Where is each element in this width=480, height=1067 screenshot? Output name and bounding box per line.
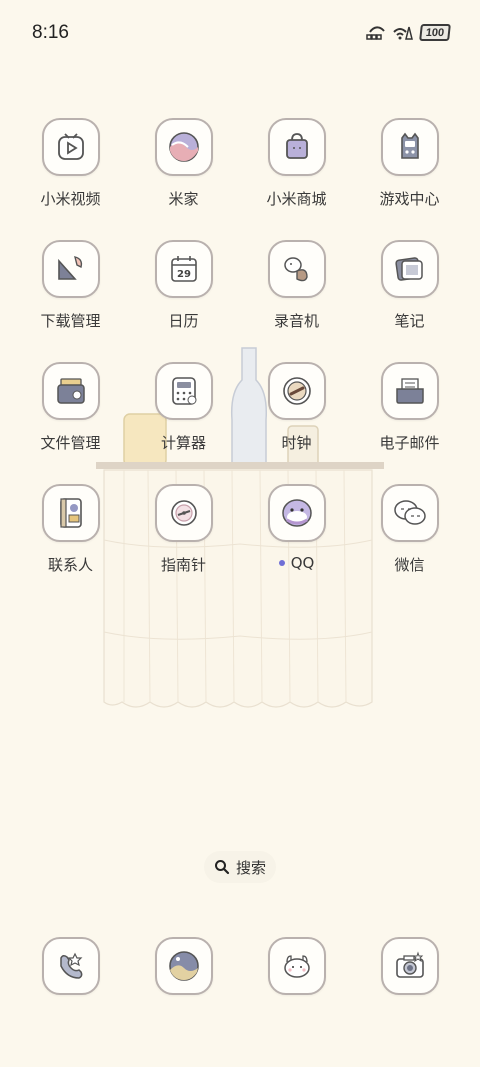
mail-icon[interactable] [380, 362, 439, 420]
video-play-icon[interactable] [41, 118, 100, 176]
app-xiaomi-mall[interactable]: 小米商城 [240, 118, 353, 240]
app-calculator[interactable]: 计算器 [127, 362, 240, 484]
search-icon [214, 860, 230, 875]
app-label: QQ [278, 554, 315, 572]
camera-icon[interactable] [380, 937, 439, 995]
phone-icon[interactable] [41, 937, 100, 995]
notes-icon[interactable] [380, 240, 439, 298]
app-label: 指南针 [160, 556, 206, 574]
app-email[interactable]: 电子邮件 [353, 362, 466, 484]
app-label: 小米视频 [40, 190, 101, 208]
notification-dot [278, 560, 285, 566]
recorder-icon[interactable] [267, 240, 326, 298]
app-recorder[interactable]: 录音机 [240, 240, 353, 362]
app-compass[interactable]: 指南针 [127, 484, 240, 606]
app-calendar[interactable]: 29 日历 [127, 240, 240, 362]
app-row: 小米视频 米家 小米商城 游戏中心 [14, 118, 466, 240]
app-row: 联系人 指南针 QQ 微信 [14, 484, 466, 606]
status-time: 8:16 [32, 22, 69, 43]
app-label: 时钟 [281, 434, 312, 452]
app-label: 小米商城 [266, 190, 327, 208]
app-download-manager[interactable]: 下载管理 [14, 240, 127, 362]
app-wechat[interactable]: 微信 [353, 484, 466, 606]
app-qq[interactable]: QQ [240, 484, 353, 606]
search-label: 搜索 [235, 858, 266, 877]
app-label: 计算器 [160, 434, 206, 452]
search-button[interactable]: 搜索 [204, 851, 276, 883]
status-icons: 100 [366, 24, 451, 41]
app-game-center[interactable]: 游戏中心 [353, 118, 466, 240]
app-file-manager[interactable]: 文件管理 [14, 362, 127, 484]
browser-icon[interactable] [154, 937, 213, 995]
messages-icon[interactable] [267, 937, 326, 995]
contacts-icon[interactable] [41, 484, 100, 542]
shopping-bag-icon[interactable] [267, 118, 326, 176]
app-label: 下载管理 [40, 312, 101, 330]
dock-messages[interactable] [240, 937, 353, 995]
app-contacts[interactable]: 联系人 [14, 484, 127, 606]
app-label: 游戏中心 [379, 190, 440, 208]
app-label: 文件管理 [40, 434, 101, 452]
download-icon[interactable] [41, 240, 100, 298]
qq-penguin-icon[interactable] [267, 484, 326, 542]
clock-icon[interactable] [267, 362, 326, 420]
app-row: 文件管理 计算器 时钟 电子邮件 [14, 362, 466, 484]
app-label: 录音机 [273, 312, 319, 330]
app-mijia[interactable]: 米家 [127, 118, 240, 240]
compass-icon[interactable] [154, 484, 213, 542]
dock-camera[interactable] [353, 937, 466, 995]
app-label-text: QQ [290, 554, 315, 572]
dock [14, 937, 466, 995]
app-label: 笔记 [394, 312, 425, 330]
game-controller-icon[interactable] [380, 118, 439, 176]
dock-phone[interactable] [14, 937, 127, 995]
mijia-icon[interactable] [154, 118, 213, 176]
dock-browser[interactable] [127, 937, 240, 995]
app-notes[interactable]: 笔记 [353, 240, 466, 362]
signal-icon [366, 25, 385, 40]
status-bar: 8:16 100 [0, 0, 480, 66]
app-label: 微信 [394, 556, 425, 574]
calendar-icon[interactable]: 29 [154, 240, 213, 298]
folder-icon[interactable] [41, 362, 100, 420]
calculator-icon[interactable] [154, 362, 213, 420]
app-label: 日历 [168, 312, 199, 330]
app-label: 米家 [168, 190, 199, 208]
calendar-day: 29 [177, 269, 191, 280]
wechat-icon[interactable] [380, 484, 439, 542]
app-clock[interactable]: 时钟 [240, 362, 353, 484]
app-label: 电子邮件 [379, 434, 440, 452]
battery-indicator: 100 [419, 24, 451, 41]
app-row: 下载管理 29 日历 录音机 笔记 [14, 240, 466, 362]
wifi-icon [393, 26, 413, 40]
app-xiaomi-video[interactable]: 小米视频 [14, 118, 127, 240]
app-grid: 小米视频 米家 小米商城 游戏中心 下载管理 29 日历 录音机 笔记 文件管理… [14, 118, 466, 606]
app-label: 联系人 [47, 556, 93, 574]
